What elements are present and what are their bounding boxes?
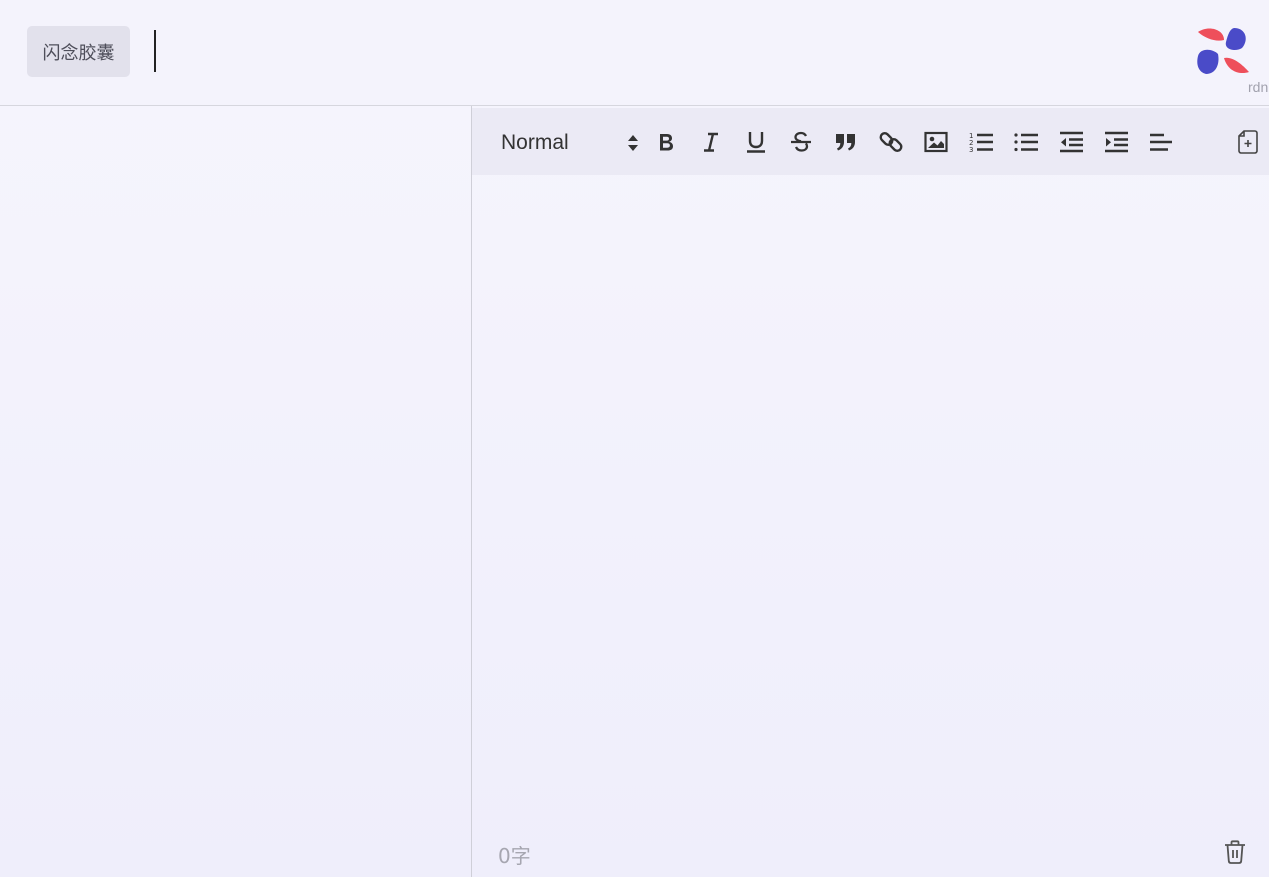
ordered-list-button[interactable]: 1 2 3	[964, 125, 998, 159]
italic-icon	[704, 132, 718, 152]
word-count: 0字	[498, 844, 531, 868]
trash-icon	[1225, 840, 1245, 864]
app-window: 闪念胶囊 rdn Normal 1 2 3 0字	[0, 0, 1269, 877]
bold-icon	[660, 134, 673, 151]
outdent-icon	[1060, 131, 1083, 153]
tag-chip[interactable]: 闪念胶囊	[27, 26, 130, 77]
format-select[interactable]: Normal	[501, 126, 639, 160]
select-arrows-icon	[628, 135, 638, 151]
blockquote-button[interactable]	[829, 125, 863, 159]
new-note-icon	[1238, 130, 1258, 154]
editor-panel: Normal 1 2 3 0字	[472, 106, 1269, 877]
strikethrough-icon	[791, 131, 811, 152]
svg-text:3: 3	[969, 146, 973, 154]
strikethrough-button[interactable]	[784, 125, 818, 159]
note-list-panel	[0, 106, 471, 877]
text-cursor	[154, 30, 156, 72]
indent-button[interactable]	[1099, 125, 1133, 159]
blockquote-icon	[836, 134, 855, 151]
italic-button[interactable]	[694, 125, 728, 159]
align-left-icon	[1150, 133, 1172, 151]
underline-icon	[747, 132, 765, 153]
new-note-button[interactable]	[1231, 125, 1265, 159]
underline-button[interactable]	[739, 125, 773, 159]
align-left-button[interactable]	[1144, 125, 1178, 159]
image-icon	[924, 131, 948, 153]
editor-toolbar: Normal 1 2 3	[472, 108, 1269, 175]
tag-chip-label: 闪念胶囊	[42, 42, 115, 64]
ordered-list-icon: 1 2 3	[969, 132, 993, 154]
editor-content[interactable]	[472, 175, 1269, 825]
logo-icon	[1197, 28, 1249, 74]
delete-button[interactable]	[1223, 839, 1249, 865]
bold-button[interactable]	[649, 125, 683, 159]
bullet-list-icon	[1014, 133, 1038, 152]
bullet-list-button[interactable]	[1009, 125, 1043, 159]
format-select-value: Normal	[501, 131, 569, 154]
link-button[interactable]	[874, 125, 908, 159]
header-bar: 闪念胶囊 rdn	[0, 0, 1269, 106]
indent-icon	[1105, 131, 1128, 153]
link-icon	[879, 132, 903, 152]
logo-caption: rdn	[1248, 79, 1269, 95]
image-button[interactable]	[919, 125, 953, 159]
outdent-button[interactable]	[1054, 125, 1088, 159]
